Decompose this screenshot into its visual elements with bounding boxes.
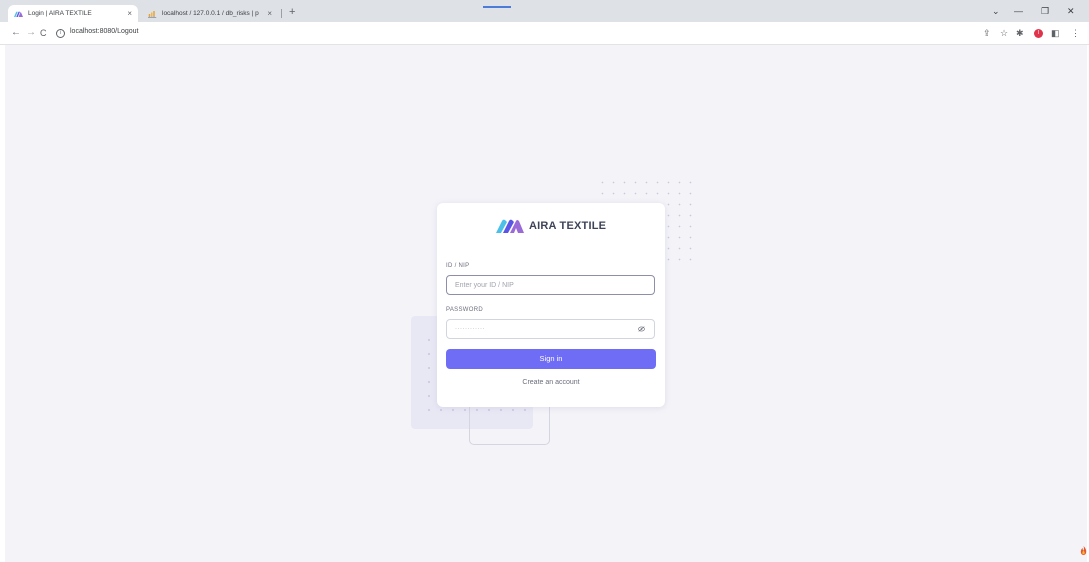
password-placeholder: ············ [455, 326, 485, 332]
tab-login[interactable]: Login | AIRA TEXTILE × [8, 5, 138, 22]
tab-close-icon[interactable]: × [127, 9, 132, 18]
new-tab-button[interactable]: + [289, 5, 295, 19]
aira-logo-icon [496, 219, 524, 233]
tab-search-icon[interactable]: ⌄ [992, 5, 1000, 17]
brand-name: AIRA TEXTILE [529, 220, 607, 232]
phpmyadmin-favicon-icon [148, 10, 157, 18]
password-label: PASSWORD [446, 307, 483, 313]
create-account-link[interactable]: Create an account [437, 379, 665, 386]
login-card: AIRA TEXTILE ID / NIP Enter your ID / NI… [437, 203, 665, 407]
browser-toolbar: ← → C i localhost:8080/Logout ⇪ ☆ ✱ I ◧ … [0, 22, 1089, 45]
tab-separator [281, 9, 282, 18]
forward-arrow-icon[interactable]: → [26, 26, 36, 40]
sign-in-button[interactable]: Sign in [446, 349, 656, 369]
tab-phpmyadmin[interactable]: localhost / 127.0.0.1 / db_risks | p × [142, 5, 278, 22]
bookmark-star-icon[interactable]: ☆ [1000, 26, 1008, 40]
aira-favicon-icon [14, 11, 23, 17]
tab-close-icon[interactable]: × [267, 9, 272, 18]
tab-title: localhost / 127.0.0.1 / db_risks | p [162, 10, 259, 17]
id-label: ID / NIP [446, 263, 470, 269]
brand: AIRA TEXTILE [496, 218, 606, 234]
reload-icon[interactable]: C [40, 26, 47, 40]
back-arrow-icon[interactable]: ← [11, 26, 21, 40]
id-placeholder: Enter your ID / NIP [455, 281, 514, 289]
flame-icon [1080, 546, 1087, 555]
address-bar[interactable]: localhost:8080/Logout [70, 28, 139, 35]
share-icon[interactable]: ⇪ [983, 26, 991, 40]
profile-avatar[interactable]: I [1034, 29, 1043, 38]
login-page: AIRA TEXTILE ID / NIP Enter your ID / NI… [5, 45, 1087, 562]
site-info-icon[interactable]: i [56, 29, 65, 38]
browser-tabstrip: Login | AIRA TEXTILE × localhost / 127.0… [0, 0, 1089, 23]
loading-indicator [483, 6, 511, 8]
minimize-icon[interactable]: — [1014, 5, 1023, 17]
window-close-icon[interactable]: ✕ [1067, 5, 1075, 17]
browser-menu-icon[interactable]: ⋮ [1071, 26, 1080, 40]
tab-title: Login | AIRA TEXTILE [28, 10, 92, 17]
extensions-icon[interactable]: ✱ [1016, 26, 1024, 40]
id-input[interactable]: Enter your ID / NIP [446, 275, 655, 295]
restore-icon[interactable]: ❐ [1041, 5, 1049, 17]
side-panel-icon[interactable]: ◧ [1051, 26, 1060, 40]
eye-off-icon[interactable] [638, 326, 645, 332]
password-input[interactable]: ············ [446, 319, 655, 339]
